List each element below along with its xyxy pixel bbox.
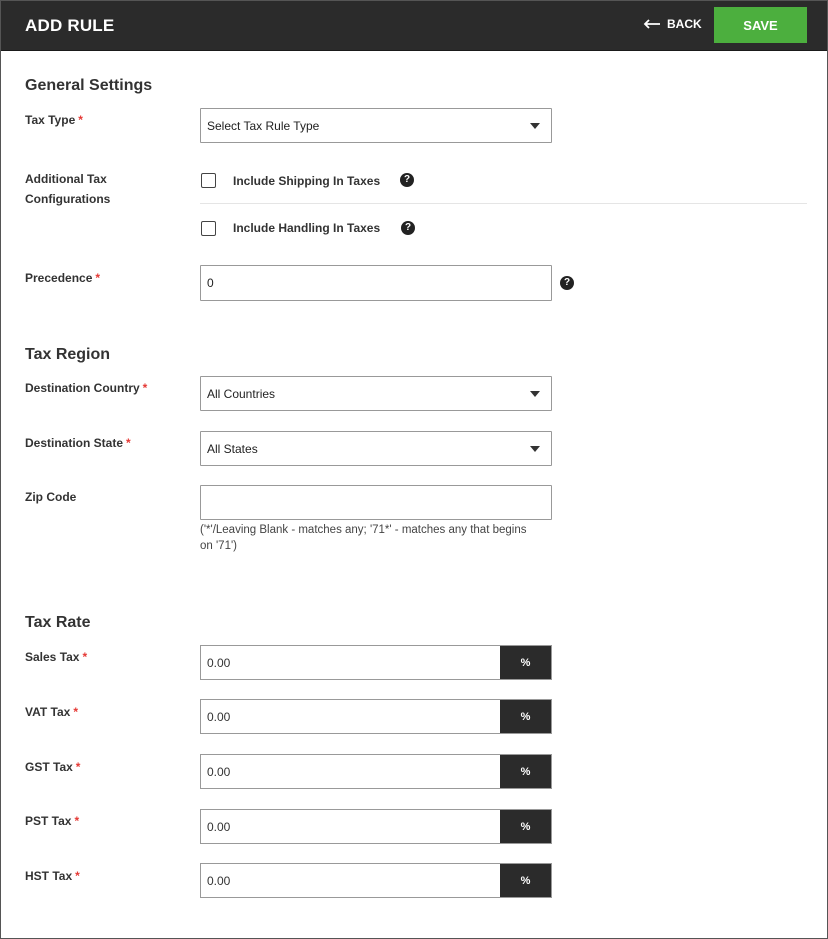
header-bar: ADD RULE BACK SAVE [1,1,827,51]
help-icon[interactable]: ? [400,173,414,187]
tax-type-label: Tax Type * [25,113,83,127]
back-label: BACK [667,17,702,31]
destination-country-label: Destination Country * [25,381,148,395]
required-marker: * [75,869,80,883]
zip-code-input[interactable] [200,485,552,520]
destination-country-select[interactable]: All Countries [200,376,552,411]
pst-tax-input[interactable]: 0.00 % [200,809,552,844]
additional-tax-label: Additional Tax Configurations [25,172,111,206]
save-button[interactable]: SAVE [714,7,807,43]
percent-addon: % [500,700,551,733]
chevron-down-icon [530,122,540,129]
hst-tax-label: HST Tax * [25,869,80,883]
percent-addon: % [500,755,551,788]
percent-addon: % [500,864,551,897]
general-settings-heading: General Settings [25,77,153,94]
pst-tax-label: PST Tax * [25,814,80,828]
percent-addon: % [500,646,551,679]
required-marker: * [75,760,81,774]
required-marker: * [95,271,101,285]
precedence-input[interactable]: 0 [200,265,552,301]
destination-country-value: All Countries [207,386,276,401]
hst-tax-input[interactable]: 0.00 % [200,863,552,898]
sales-tax-input[interactable]: 0.00 % [200,645,552,680]
divider [200,203,807,204]
precedence-value: 0 [207,276,214,290]
sales-tax-label: Sales Tax * [25,650,88,664]
tax-region-heading: Tax Region [25,346,111,363]
required-marker: * [74,814,80,828]
pst-tax-value: 0.00 [207,819,231,834]
sales-tax-value: 0.00 [207,655,231,670]
required-marker: * [126,436,131,450]
tax-rate-heading: Tax Rate [25,614,91,631]
required-marker: * [82,650,88,664]
vat-tax-value: 0.00 [207,709,231,724]
destination-state-select[interactable]: All States [200,431,552,466]
include-shipping-label: Include Shipping In Taxes [233,174,381,188]
required-marker: * [78,113,83,127]
include-handling-label: Include Handling In Taxes [233,221,381,235]
tax-type-select[interactable]: Select Tax Rule Type [200,108,552,143]
gst-tax-value: 0.00 [207,764,231,779]
help-icon[interactable]: ? [560,276,574,290]
arrow-left-icon [643,19,660,29]
add-rule-panel: ADD RULE BACK SAVE General Settings Tax … [0,0,828,939]
required-marker: * [142,381,148,395]
chevron-down-icon [530,390,540,397]
required-marker: * [73,705,79,719]
vat-tax-input[interactable]: 0.00 % [200,699,552,734]
tax-type-value: Select Tax Rule Type [207,118,320,133]
chevron-down-icon [530,445,540,452]
precedence-label: Precedence * [25,271,101,285]
destination-state-value: All States [207,441,258,456]
hst-tax-value: 0.00 [207,873,231,888]
gst-tax-input[interactable]: 0.00 % [200,754,552,789]
destination-state-label: Destination State * [25,436,131,450]
back-button[interactable]: BACK [643,17,702,31]
include-handling-checkbox[interactable] [201,221,216,236]
zip-code-label: Zip Code [25,490,77,504]
zip-code-hint: ('*'/Leaving Blank - matches any; '71*' … [200,524,527,552]
percent-addon: % [500,810,551,843]
vat-tax-label: VAT Tax * [25,705,79,719]
help-icon[interactable]: ? [401,221,415,235]
include-shipping-checkbox[interactable] [201,173,216,188]
gst-tax-label: GST Tax * [25,760,81,774]
page-title: ADD RULE [25,16,115,35]
